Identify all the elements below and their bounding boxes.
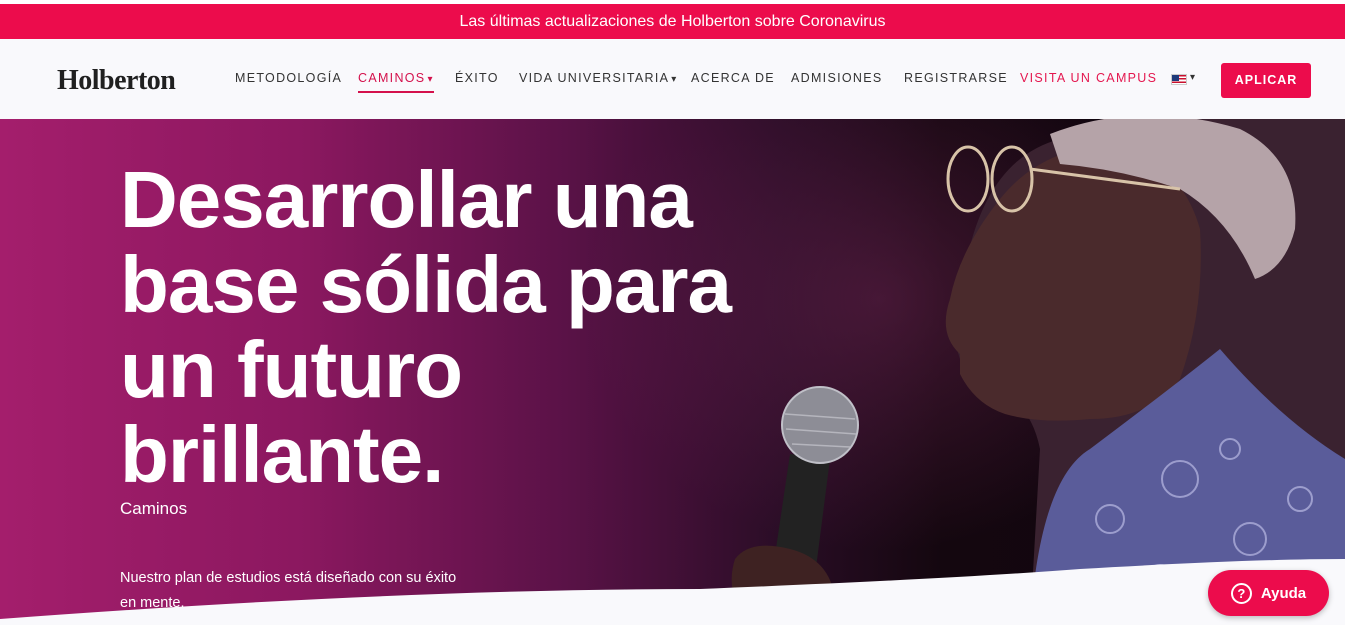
holberton-logo[interactable]: Holberton <box>57 65 176 97</box>
nav-metodologia[interactable]: METODOLOGÍA <box>235 71 342 85</box>
nav-vida-universitaria[interactable]: VIDA UNIVERSITARIA ▾ <box>519 71 678 85</box>
chevron-down-icon: ▾ <box>427 74 434 85</box>
nav-vida-label: VIDA UNIVERSITARIA <box>519 71 670 85</box>
help-label: Ayuda <box>1260 584 1307 602</box>
hero-description: Nuestro plan de estudios está diseñado c… <box>120 570 457 611</box>
nav-registrarse[interactable]: REGISTRARSE <box>904 71 1008 85</box>
chevron-down-icon: ▾ <box>671 74 678 85</box>
hero-section: Desarrollar una base sólida para un futu… <box>0 119 1345 625</box>
nav-visita-campus[interactable]: VISITA UN CAMPUS <box>1020 71 1157 85</box>
main-navbar: Holberton METODOLOGÍA CAMINOS ▾ ÉXITO VID… <box>0 39 1345 119</box>
nav-exito[interactable]: ÉXITO <box>455 71 499 85</box>
question-circle-icon: ? <box>1230 582 1252 604</box>
hero-subtitle: Caminos <box>120 499 188 518</box>
announcement-bar[interactable]: Las últimas actualizaciones de Holberton… <box>0 4 1345 39</box>
help-button[interactable]: ? Ayuda <box>1208 570 1329 616</box>
nav-caminos[interactable]: CAMINOS ▾ <box>358 71 434 93</box>
us-flag-icon[interactable] <box>1171 74 1187 85</box>
language-chevron-down-icon[interactable]: ▾ <box>1190 72 1195 83</box>
nav-acerca-de[interactable]: ACERCA DE <box>691 71 775 85</box>
nav-admisiones[interactable]: ADMISIONES <box>791 71 883 85</box>
apply-button[interactable]: APLICAR <box>1221 63 1311 98</box>
nav-caminos-label: CAMINOS <box>358 71 426 85</box>
hero-title: Desarrollar una base sólida para un futu… <box>120 155 732 499</box>
